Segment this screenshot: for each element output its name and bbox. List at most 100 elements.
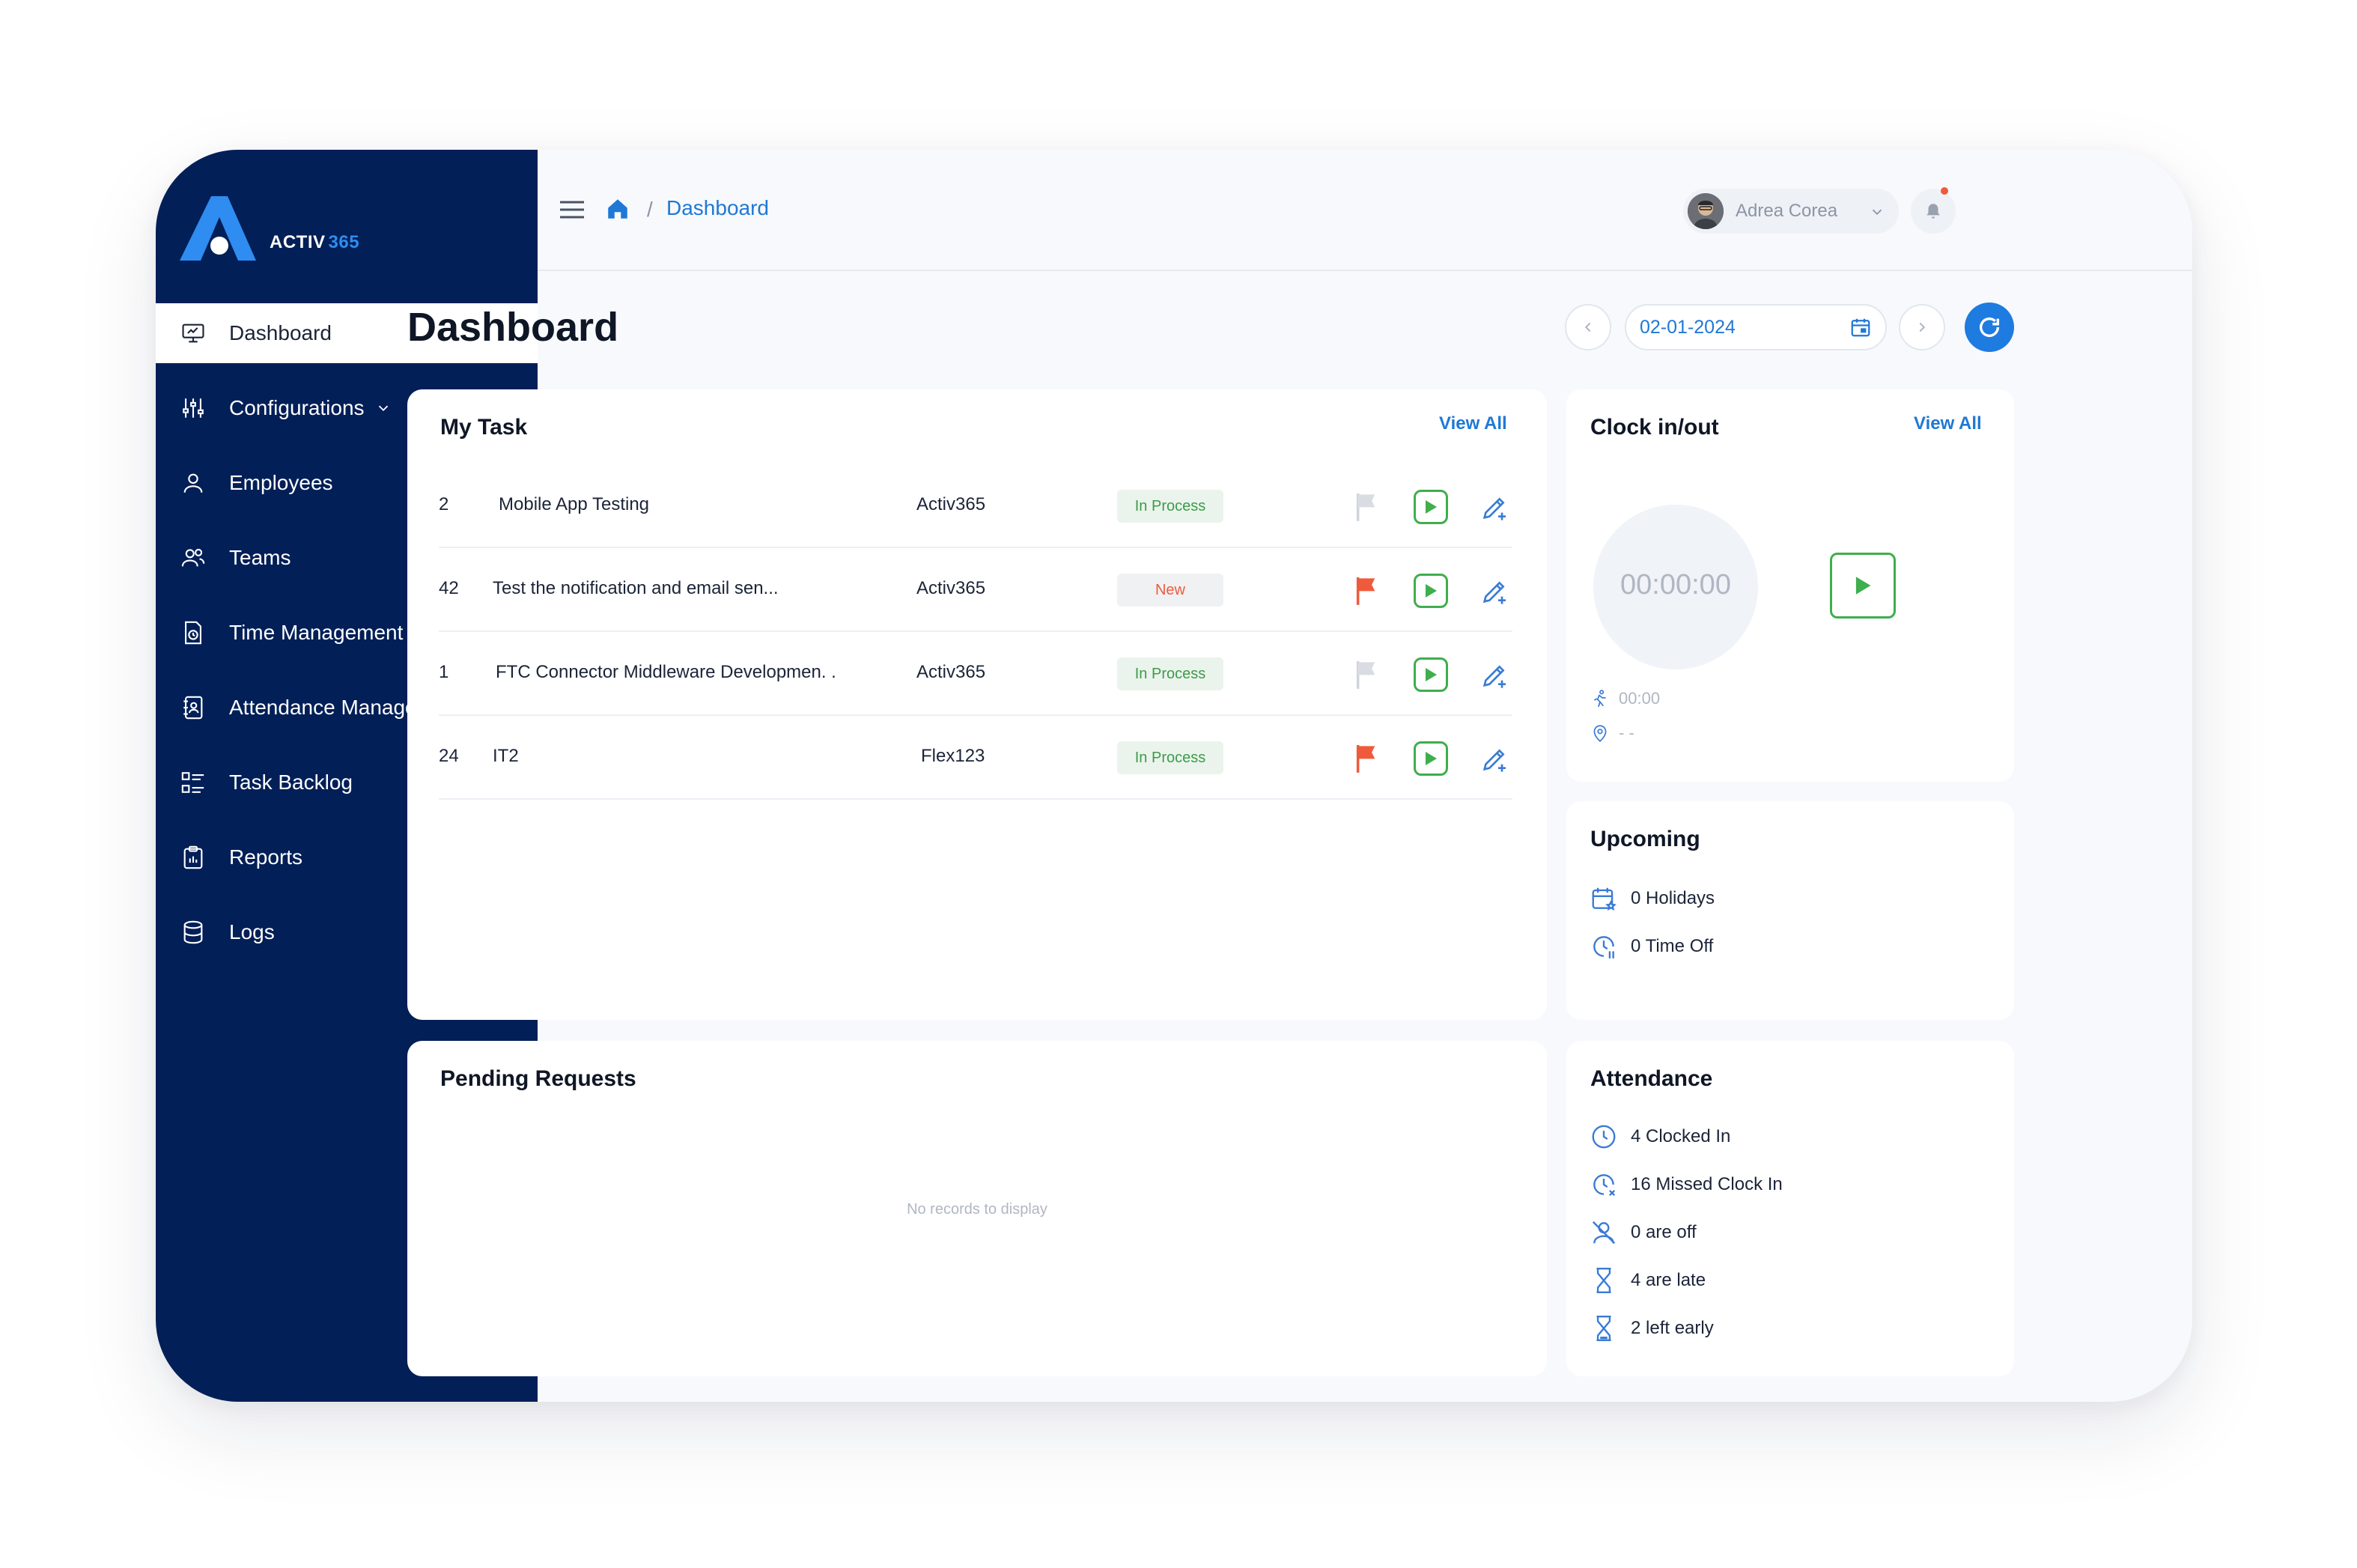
flag-icon[interactable] <box>1354 659 1379 689</box>
task-name[interactable]: IT2 <box>493 746 882 767</box>
play-icon <box>1855 577 1871 595</box>
sliders-icon <box>180 395 207 422</box>
sidebar-item-label: Task Backlog <box>229 771 353 794</box>
user-icon <box>180 470 207 496</box>
start-task-button[interactable] <box>1414 574 1448 608</box>
start-task-button[interactable] <box>1414 657 1448 692</box>
clock-timer-circle: 00:00:00 <box>1593 505 1758 669</box>
status-badge: In Process <box>1117 657 1223 690</box>
task-id: 42 <box>439 578 459 598</box>
start-task-button[interactable] <box>1414 741 1448 776</box>
notification-badge <box>1941 187 1948 195</box>
flag-icon[interactable] <box>1354 491 1379 521</box>
upcoming-holidays-text: 0 Holidays <box>1631 888 1715 908</box>
calendar-star-icon <box>1589 884 1619 914</box>
attendance-card: Attendance 4 Clocked In 16 Missed Clock … <box>1566 1041 2014 1376</box>
chevron-down-icon <box>375 400 392 416</box>
status-badge: In Process <box>1117 741 1223 774</box>
flag-icon[interactable] <box>1354 743 1379 773</box>
next-date-button[interactable] <box>1899 304 1945 350</box>
clock-card: Clock in/out View All 00:00:00 00:00 - - <box>1566 389 2014 782</box>
upcoming-card: Upcoming 0 Holidays 0 Time Off <box>1566 801 2014 1020</box>
running-icon <box>1593 690 1606 708</box>
chevron-right-icon <box>1919 322 1926 332</box>
breadcrumb-current[interactable]: Dashboard <box>666 196 769 220</box>
previous-date-button[interactable] <box>1565 304 1611 350</box>
calendar-icon[interactable] <box>1849 316 1872 338</box>
attendance-late-text: 4 are late <box>1631 1270 1706 1290</box>
flag-icon[interactable] <box>1354 575 1379 605</box>
task-name[interactable]: Test the notification and email sen... <box>493 578 882 599</box>
task-row[interactable]: 24 IT2 Flex123 In Process <box>439 716 1512 800</box>
refresh-button[interactable] <box>1965 303 2014 352</box>
my-task-title: My Task <box>440 415 528 440</box>
home-icon[interactable] <box>605 196 630 222</box>
hourglass-empty-icon <box>1589 1313 1619 1343</box>
location-pin-icon <box>1593 725 1607 742</box>
attendance-off: 0 are off <box>1589 1218 1697 1248</box>
clipboard-icon <box>180 844 207 871</box>
play-icon <box>1426 752 1437 765</box>
task-row[interactable]: 42 Test the notification and email sen..… <box>439 548 1512 632</box>
my-task-card: My Task View All 2 Mobile App Testing Ac… <box>407 389 1547 1020</box>
start-task-button[interactable] <box>1414 490 1448 524</box>
sidebar-item-label: Logs <box>229 920 275 943</box>
sidebar-item-label: Dashboard <box>229 321 332 344</box>
brand-name-text: ACTIV <box>270 232 326 252</box>
attendance-clocked-in: 4 Clocked In <box>1589 1122 1730 1152</box>
attendance-late: 4 are late <box>1589 1265 1706 1295</box>
date-picker[interactable]: 02-01-2024 <box>1625 304 1887 350</box>
breadcrumb-separator: / <box>647 198 653 221</box>
hourglass-icon <box>1589 1265 1619 1295</box>
empty-state-text: No records to display <box>907 1201 1047 1218</box>
pending-requests-card: Pending Requests No records to display <box>407 1041 1547 1376</box>
sidebar-item-label: Time Management <box>229 621 404 644</box>
task-name[interactable]: FTC Connector Middleware Developmen. . <box>496 662 885 683</box>
edit-icon[interactable] <box>1479 744 1509 774</box>
user-menu[interactable]: Adrea Corea <box>1683 189 1899 234</box>
app-window: ACTIV 365 Dashboard Configurations Emplo… <box>156 150 2192 1402</box>
task-row[interactable]: 1 FTC Connector Middleware Developmen. .… <box>439 632 1512 716</box>
clock-in-button[interactable] <box>1830 553 1896 619</box>
sidebar-item-label: Reports <box>229 845 303 869</box>
brand-name: ACTIV 365 <box>270 232 359 253</box>
attendance-missed-text: 16 Missed Clock In <box>1631 1174 1783 1194</box>
brand-number-text: 365 <box>328 232 360 252</box>
my-task-view-all-link[interactable]: View All <box>1439 413 1507 434</box>
attendance-left-early: 2 left early <box>1589 1313 1714 1343</box>
edit-icon[interactable] <box>1479 493 1509 523</box>
play-icon <box>1426 500 1437 514</box>
brand-logo <box>180 196 256 261</box>
play-icon <box>1426 584 1437 598</box>
task-project: Activ365 <box>916 578 986 598</box>
page-title: Dashboard <box>407 305 619 350</box>
task-list-icon <box>180 769 207 796</box>
users-icon <box>180 544 207 571</box>
task-name[interactable]: Mobile App Testing <box>499 494 888 515</box>
pending-requests-title: Pending Requests <box>440 1066 636 1091</box>
monitor-icon <box>180 320 207 347</box>
task-row[interactable]: 2 Mobile App Testing Activ365 In Process <box>439 464 1512 548</box>
task-project: Activ365 <box>916 494 986 514</box>
user-off-icon <box>1589 1218 1619 1248</box>
user-name: Adrea Corea <box>1736 201 1838 221</box>
edit-icon[interactable] <box>1479 577 1509 607</box>
sidebar-item-label: Teams <box>229 546 291 569</box>
upcoming-holidays: 0 Holidays <box>1589 884 1715 914</box>
clock-icon <box>1589 1122 1619 1152</box>
database-icon <box>180 919 207 946</box>
sidebar-item-label: Configurations <box>229 396 365 419</box>
refresh-icon <box>1979 317 2000 337</box>
status-badge: In Process <box>1117 490 1223 523</box>
upcoming-time-off: 0 Time Off <box>1589 932 1713 961</box>
chevron-left-icon <box>1584 322 1591 332</box>
avatar <box>1688 193 1724 229</box>
notifications-button[interactable] <box>1911 189 1956 234</box>
edit-icon[interactable] <box>1479 660 1509 690</box>
clock-location-value: - - <box>1619 723 1634 742</box>
task-id: 2 <box>439 494 449 514</box>
clock-view-all-link[interactable]: View All <box>1914 413 1982 434</box>
menu-icon[interactable] <box>559 199 586 220</box>
task-id: 24 <box>439 746 459 766</box>
time-document-icon <box>180 619 207 646</box>
